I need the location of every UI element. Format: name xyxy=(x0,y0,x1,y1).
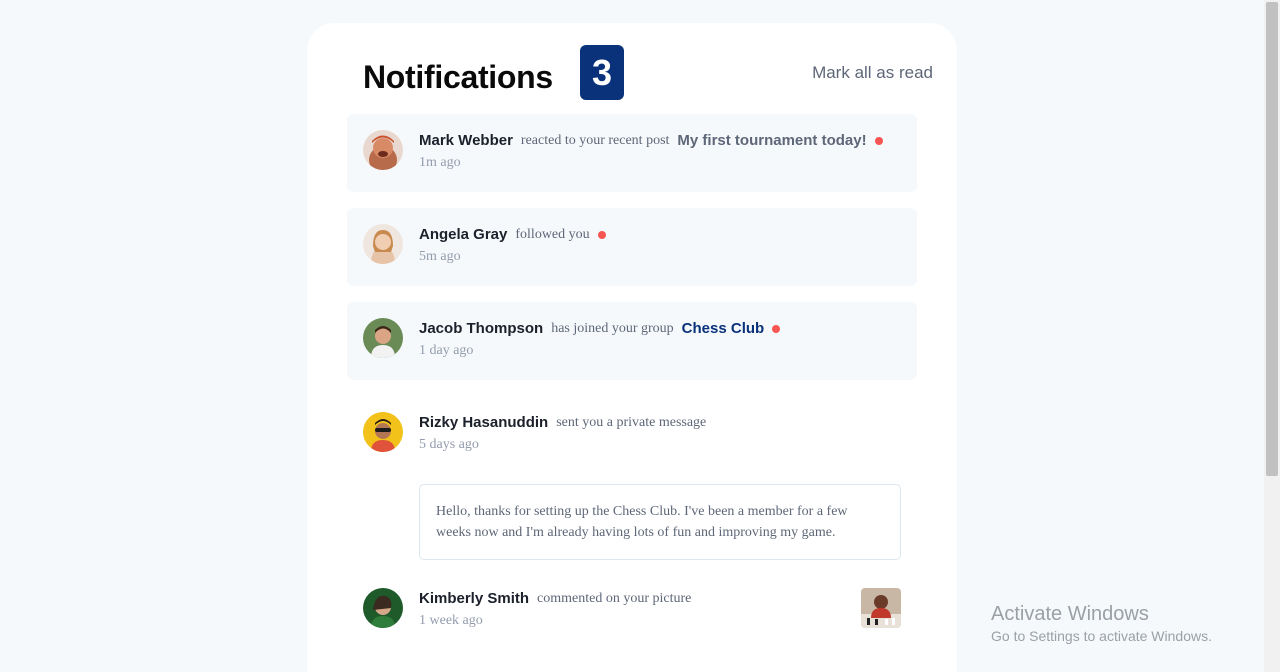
avatar-kimberly-smith-icon[interactable] xyxy=(363,588,403,628)
mark-all-as-read-button[interactable]: Mark all as read xyxy=(812,63,933,83)
notification-sender[interactable]: Rizky Hasanuddin xyxy=(419,414,548,431)
chess-picture-thumbnail-icon[interactable] xyxy=(861,588,901,628)
vertical-scrollbar[interactable] xyxy=(1264,0,1280,672)
notification-item[interactable]: Jacob Thompson has joined your group Che… xyxy=(347,302,917,380)
notification-time: 1 week ago xyxy=(419,613,483,628)
avatar-rizky-hasanuddin-icon[interactable] xyxy=(363,412,403,452)
unread-dot-icon xyxy=(597,230,606,239)
notification-post-link[interactable]: My first tournament today! xyxy=(677,132,866,149)
notification-item[interactable]: Mark Webber reacted to your recent post … xyxy=(347,114,917,192)
notification-item[interactable]: Rizky Hasanuddin sent you a private mess… xyxy=(347,396,917,566)
avatar-mark-webber-icon[interactable] xyxy=(363,130,403,170)
notification-time: 5m ago xyxy=(419,249,461,264)
notification-group-link[interactable]: Chess Club xyxy=(682,320,765,337)
notification-action: sent you a private message xyxy=(556,414,707,430)
unread-count-badge: 3 xyxy=(580,45,624,100)
unread-dot-icon xyxy=(874,136,883,145)
private-message-preview[interactable]: Hello, thanks for setting up the Chess C… xyxy=(419,484,901,560)
watermark-subtitle: Go to Settings to activate Windows. xyxy=(991,628,1212,644)
notification-item[interactable]: Angela Gray followed you 5m ago xyxy=(347,208,917,286)
notification-time: 1 day ago xyxy=(419,343,474,358)
notification-action: reacted to your recent post xyxy=(520,132,670,148)
panel-header: Notifications 3 Mark all as read xyxy=(363,45,933,101)
notification-time: 5 days ago xyxy=(419,437,479,452)
unread-dot-icon xyxy=(772,324,781,333)
notification-action: has joined your group xyxy=(551,320,674,336)
notifications-panel: Notifications 3 Mark all as read Mark We… xyxy=(307,23,957,672)
notification-sender[interactable]: Angela Gray xyxy=(419,226,507,243)
windows-activation-watermark: Activate Windows Go to Settings to activ… xyxy=(991,603,1212,646)
notification-action: commented on your picture xyxy=(537,590,692,606)
notification-time: 1m ago xyxy=(419,155,461,170)
avatar-angela-gray-icon[interactable] xyxy=(363,224,403,264)
watermark-title: Activate Windows xyxy=(991,603,1149,625)
avatar-jacob-thompson-icon[interactable] xyxy=(363,318,403,358)
notification-action: followed you xyxy=(515,226,590,242)
page-title: Notifications xyxy=(363,59,553,95)
notification-sender[interactable]: Kimberly Smith xyxy=(419,590,529,607)
notification-sender[interactable]: Jacob Thompson xyxy=(419,320,543,337)
scrollbar-thumb[interactable] xyxy=(1266,2,1278,476)
notification-sender[interactable]: Mark Webber xyxy=(419,132,513,149)
notification-item[interactable]: Kimberly Smith commented on your picture… xyxy=(347,572,917,652)
